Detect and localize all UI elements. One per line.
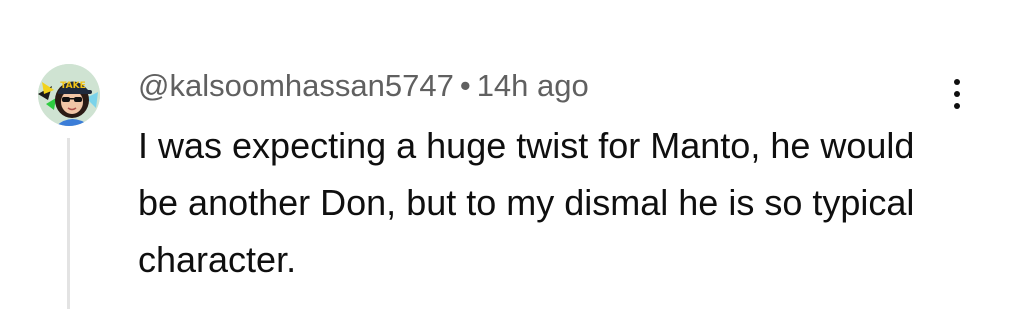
author-handle[interactable]: @kalsoomhassan5747 (138, 68, 454, 103)
comment-text: I was expecting a huge twist for Manto, … (138, 125, 915, 280)
comment-item: TAKE @kalsoomhassan5747 • 14h ago I was ex… (0, 0, 1024, 309)
comment-meta: @kalsoomhassan5747 • 14h ago (138, 66, 589, 106)
comment-timestamp[interactable]: 14h ago (477, 68, 589, 103)
avatar-cap-text: TAKE (60, 81, 86, 91)
avatar-image: TAKE (38, 64, 100, 126)
avatar[interactable]: TAKE (38, 64, 100, 126)
thread-line (67, 138, 70, 309)
more-options-button[interactable] (935, 72, 979, 116)
meta-separator: • (459, 68, 471, 103)
